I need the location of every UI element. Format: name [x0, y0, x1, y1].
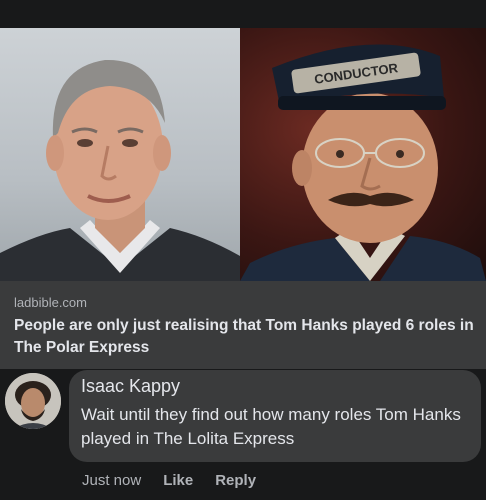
- reply-button[interactable]: Reply: [215, 472, 256, 489]
- link-domain: ladbible.com: [14, 295, 87, 310]
- post-images[interactable]: CONDUCTOR: [0, 28, 486, 281]
- comment-text: Wait until they find out how many roles …: [81, 405, 461, 448]
- comment-actions: Just now Like Reply: [82, 472, 256, 489]
- link-preview-card[interactable]: ladbible.com People are only just realis…: [0, 281, 486, 369]
- like-button[interactable]: Like: [163, 472, 193, 489]
- link-title[interactable]: People are only just realising that Tom …: [14, 315, 474, 359]
- comment-author[interactable]: Isaac Kappy: [81, 376, 180, 397]
- comment-bubble: Isaac Kappy Wait until they find out how…: [69, 370, 481, 462]
- top-bar: [0, 0, 486, 28]
- photo-actor-portrait[interactable]: [0, 28, 240, 281]
- commenter-avatar[interactable]: [5, 373, 61, 429]
- photo-conductor-character[interactable]: CONDUCTOR: [240, 28, 486, 281]
- avatar-face-icon: [5, 373, 61, 429]
- comment-timestamp: Just now: [82, 472, 142, 489]
- actor-portrait-illustration: [0, 59, 240, 281]
- conductor-illustration: CONDUCTOR: [240, 44, 486, 281]
